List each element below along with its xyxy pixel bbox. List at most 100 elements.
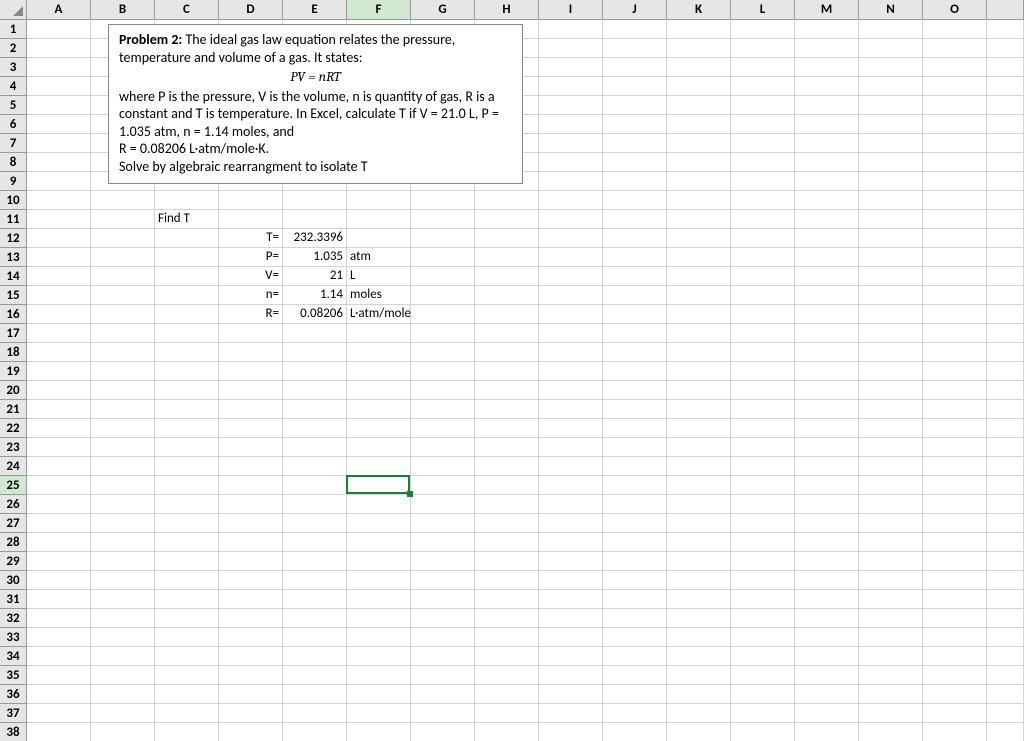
- cell-N15[interactable]: [859, 286, 923, 305]
- cell-B27[interactable]: [91, 514, 155, 533]
- cell-K5[interactable]: [667, 96, 731, 115]
- cell-I27[interactable]: [539, 514, 603, 533]
- cell-N25[interactable]: [859, 476, 923, 495]
- cell-G27[interactable]: [411, 514, 475, 533]
- column-header-O[interactable]: O: [923, 0, 987, 20]
- cell-H28[interactable]: [475, 533, 539, 552]
- cell-E32[interactable]: [283, 609, 347, 628]
- cell-G20[interactable]: [411, 381, 475, 400]
- row-header-15[interactable]: 15: [0, 286, 27, 305]
- cell-N3[interactable]: [859, 58, 923, 77]
- row-header-6[interactable]: 6: [0, 115, 27, 134]
- cell-N10[interactable]: [859, 191, 923, 210]
- cell-C25[interactable]: [155, 476, 219, 495]
- row-header-29[interactable]: 29: [0, 552, 27, 571]
- cell-C34[interactable]: [155, 647, 219, 666]
- cell-N38[interactable]: [859, 723, 923, 741]
- row-header-24[interactable]: 24: [0, 457, 27, 476]
- row-header-22[interactable]: 22: [0, 419, 27, 438]
- cell-A23[interactable]: [27, 438, 91, 457]
- cell-H34[interactable]: [475, 647, 539, 666]
- cell-H21[interactable]: [475, 400, 539, 419]
- cell-F33[interactable]: [347, 628, 411, 647]
- column-header-E[interactable]: E: [283, 0, 347, 20]
- cell-M24[interactable]: [795, 457, 859, 476]
- cell-C31[interactable]: [155, 590, 219, 609]
- cell-C32[interactable]: [155, 609, 219, 628]
- column-header-F[interactable]: F: [347, 0, 411, 20]
- cell-O7[interactable]: [923, 134, 987, 153]
- cell-F29[interactable]: [347, 552, 411, 571]
- cell-D32[interactable]: [219, 609, 283, 628]
- cell-E25[interactable]: [283, 476, 347, 495]
- cell-H26[interactable]: [475, 495, 539, 514]
- cell-K16[interactable]: [667, 305, 731, 324]
- cell-F17[interactable]: [347, 324, 411, 343]
- cell-C35[interactable]: [155, 666, 219, 685]
- cell-N33[interactable]: [859, 628, 923, 647]
- cell-F36[interactable]: [347, 685, 411, 704]
- cell-D28[interactable]: [219, 533, 283, 552]
- column-header-B[interactable]: B: [91, 0, 155, 20]
- cell-E28[interactable]: [283, 533, 347, 552]
- cell-G24[interactable]: [411, 457, 475, 476]
- cell-J20[interactable]: [603, 381, 667, 400]
- cell-N21[interactable]: [859, 400, 923, 419]
- cell-N12[interactable]: [859, 229, 923, 248]
- cell-A12[interactable]: [27, 229, 91, 248]
- cell-B20[interactable]: [91, 381, 155, 400]
- cell-J12[interactable]: [603, 229, 667, 248]
- cell-C20[interactable]: [155, 381, 219, 400]
- cell-H35[interactable]: [475, 666, 539, 685]
- cell-D21[interactable]: [219, 400, 283, 419]
- cell-M8[interactable]: [795, 153, 859, 172]
- cell-I38[interactable]: [539, 723, 603, 741]
- cell-N36[interactable]: [859, 685, 923, 704]
- cell-M16[interactable]: [795, 305, 859, 324]
- cell-A1[interactable]: [27, 20, 91, 39]
- cell-J24[interactable]: [603, 457, 667, 476]
- cell-E16[interactable]: 0.08206: [283, 305, 347, 324]
- cell-G19[interactable]: [411, 362, 475, 381]
- cell-M20[interactable]: [795, 381, 859, 400]
- cell-B28[interactable]: [91, 533, 155, 552]
- cell-K4[interactable]: [667, 77, 731, 96]
- cell-F12[interactable]: [347, 229, 411, 248]
- cell-N28[interactable]: [859, 533, 923, 552]
- cell-M7[interactable]: [795, 134, 859, 153]
- cell-J34[interactable]: [603, 647, 667, 666]
- cell-L35[interactable]: [731, 666, 795, 685]
- cell-J38[interactable]: [603, 723, 667, 741]
- cell-B19[interactable]: [91, 362, 155, 381]
- cell-O10[interactable]: [923, 191, 987, 210]
- cell-O9[interactable]: [923, 172, 987, 191]
- cell-I12[interactable]: [539, 229, 603, 248]
- cell-A34[interactable]: [27, 647, 91, 666]
- cell-I36[interactable]: [539, 685, 603, 704]
- cell-G26[interactable]: [411, 495, 475, 514]
- cell-D25[interactable]: [219, 476, 283, 495]
- cell-O24[interactable]: [923, 457, 987, 476]
- cell-J14[interactable]: [603, 267, 667, 286]
- column-header-H[interactable]: H: [475, 0, 539, 20]
- cell-N16[interactable]: [859, 305, 923, 324]
- cell-O34[interactable]: [923, 647, 987, 666]
- cell-B35[interactable]: [91, 666, 155, 685]
- cell-I6[interactable]: [539, 115, 603, 134]
- cell-J7[interactable]: [603, 134, 667, 153]
- cell-I15[interactable]: [539, 286, 603, 305]
- row-header-10[interactable]: 10: [0, 191, 27, 210]
- cell-H37[interactable]: [475, 704, 539, 723]
- cell-M17[interactable]: [795, 324, 859, 343]
- cell-B12[interactable]: [91, 229, 155, 248]
- cell-D16[interactable]: R=: [219, 305, 283, 324]
- cell-I24[interactable]: [539, 457, 603, 476]
- cell-K19[interactable]: [667, 362, 731, 381]
- cell-J3[interactable]: [603, 58, 667, 77]
- cell-K26[interactable]: [667, 495, 731, 514]
- cell-I35[interactable]: [539, 666, 603, 685]
- cell-D27[interactable]: [219, 514, 283, 533]
- cell-B24[interactable]: [91, 457, 155, 476]
- cell-H30[interactable]: [475, 571, 539, 590]
- cell-D35[interactable]: [219, 666, 283, 685]
